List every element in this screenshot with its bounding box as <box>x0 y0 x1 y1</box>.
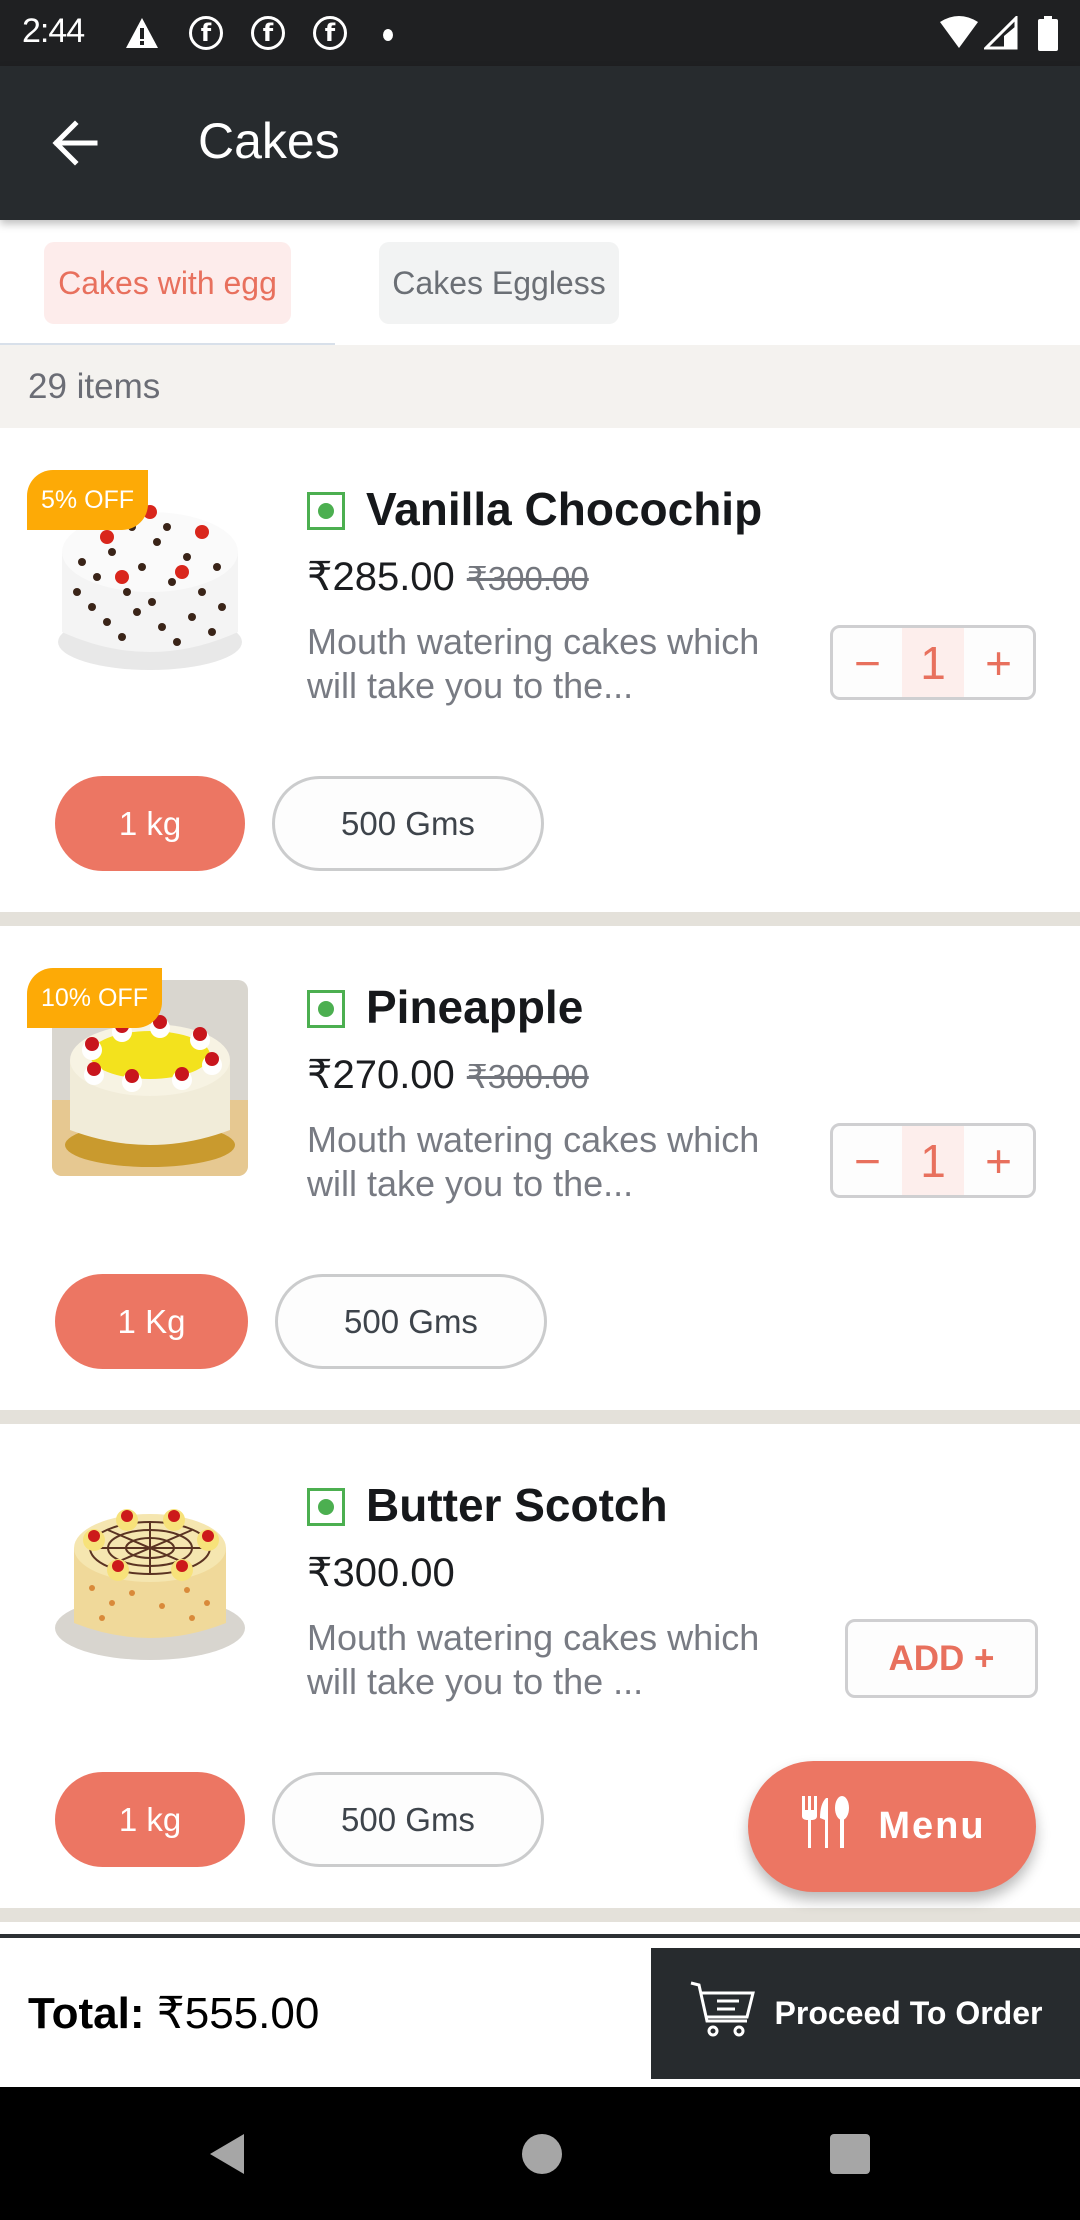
proceed-label: Proceed To Order <box>774 1995 1043 2031</box>
size-chip-1kg[interactable]: 1 kg <box>55 776 245 871</box>
cutlery-icon <box>798 1794 854 1860</box>
item-count-bar: 29 items <box>0 345 1080 428</box>
add-to-cart-button[interactable]: ADD + <box>845 1619 1038 1698</box>
size-chip-1kg[interactable]: 1 kg <box>55 1772 245 1867</box>
increase-quantity-button[interactable]: + <box>964 1126 1033 1195</box>
price: ₹270.00 <box>307 1053 455 1097</box>
product-description: Mouth watering cakes which will take you… <box>307 621 760 706</box>
total-label: Total: <box>28 1989 145 2038</box>
quantity-stepper: − 1 + <box>830 625 1036 700</box>
veg-icon <box>307 1488 345 1526</box>
menu-button[interactable]: Menu <box>748 1761 1036 1892</box>
system-navigation-bar <box>0 2087 1080 2220</box>
status-bar: 2:44 f f f <box>0 0 1080 66</box>
price: ₹285.00 <box>307 555 455 599</box>
quantity-value: 1 <box>902 628 964 697</box>
size-chip-1kg[interactable]: 1 Kg <box>55 1274 248 1369</box>
cart-icon <box>689 1979 759 2049</box>
discount-badge: 10% OFF <box>27 968 162 1028</box>
nav-back-icon[interactable] <box>204 2132 248 2176</box>
menu-label: Menu <box>878 1805 986 1847</box>
proceed-to-order-button[interactable]: Proceed To Order <box>651 1948 1080 2079</box>
signal-icon <box>982 14 1018 50</box>
veg-icon <box>307 492 345 530</box>
butterscotch-cake-image[interactable] <box>52 1478 248 1674</box>
page-title: Cakes <box>198 113 340 169</box>
nav-home-icon[interactable] <box>520 2132 564 2176</box>
increase-quantity-button[interactable]: + <box>964 628 1033 697</box>
price: ₹300.00 <box>307 1551 455 1595</box>
battery-icon <box>1036 16 1070 51</box>
cart-total: Total: ₹555.00 <box>28 1988 319 2039</box>
original-price: ₹300.00 <box>466 560 589 597</box>
warning-icon <box>124 16 158 50</box>
size-chip-500g[interactable]: 500 Gms <box>272 1772 544 1867</box>
product-card[interactable]: 5% OFF Vanilla Chocochip ₹285.00 ₹300.00… <box>0 428 1080 912</box>
product-description: Mouth watering cakes which will take you… <box>307 1119 760 1204</box>
veg-icon <box>307 990 345 1028</box>
product-name: Vanilla Chocochip <box>366 483 763 535</box>
product-card[interactable]: 10% OFF Pineapple ₹270.00 ₹300.00 Mouth … <box>0 926 1080 1410</box>
card-divider <box>0 912 1080 926</box>
facebook-icon: f <box>189 16 223 50</box>
product-description: Mouth watering cakes which will take you… <box>307 1617 760 1702</box>
quantity-value: 1 <box>902 1126 964 1195</box>
size-chip-500g[interactable]: 500 Gms <box>275 1274 547 1369</box>
nav-recents-icon[interactable] <box>828 2132 872 2176</box>
card-divider <box>0 1410 1080 1424</box>
original-price: ₹300.00 <box>466 1058 589 1095</box>
notification-dot-icon <box>383 29 393 41</box>
card-divider <box>0 1908 1080 1922</box>
quantity-stepper: − 1 + <box>830 1123 1036 1198</box>
size-chip-500g[interactable]: 500 Gms <box>272 776 544 871</box>
decrease-quantity-button[interactable]: − <box>833 1126 902 1195</box>
facebook-icon: f <box>251 16 285 50</box>
tab-cakes-eggless[interactable]: Cakes Eggless <box>379 242 619 324</box>
status-time: 2:44 <box>22 12 85 50</box>
app-bar: Cakes <box>0 66 1080 220</box>
facebook-icon: f <box>313 16 347 50</box>
product-name: Pineapple <box>366 981 584 1033</box>
item-count: 29 items <box>28 367 161 406</box>
price-row: ₹285.00 ₹300.00 <box>307 554 589 600</box>
price-row: ₹300.00 <box>307 1550 455 1596</box>
wifi-icon <box>938 16 978 50</box>
price-row: ₹270.00 ₹300.00 <box>307 1052 589 1098</box>
back-button[interactable] <box>40 110 110 180</box>
arrow-left-icon <box>51 119 99 171</box>
discount-badge: 5% OFF <box>27 470 149 530</box>
cart-footer: Total: ₹555.00 Proceed To Order <box>0 1938 1080 2087</box>
tab-cakes-with-egg[interactable]: Cakes with egg <box>44 242 291 324</box>
total-value: ₹555.00 <box>156 1989 320 2038</box>
product-name: Butter Scotch <box>366 1479 668 1531</box>
decrease-quantity-button[interactable]: − <box>833 628 902 697</box>
